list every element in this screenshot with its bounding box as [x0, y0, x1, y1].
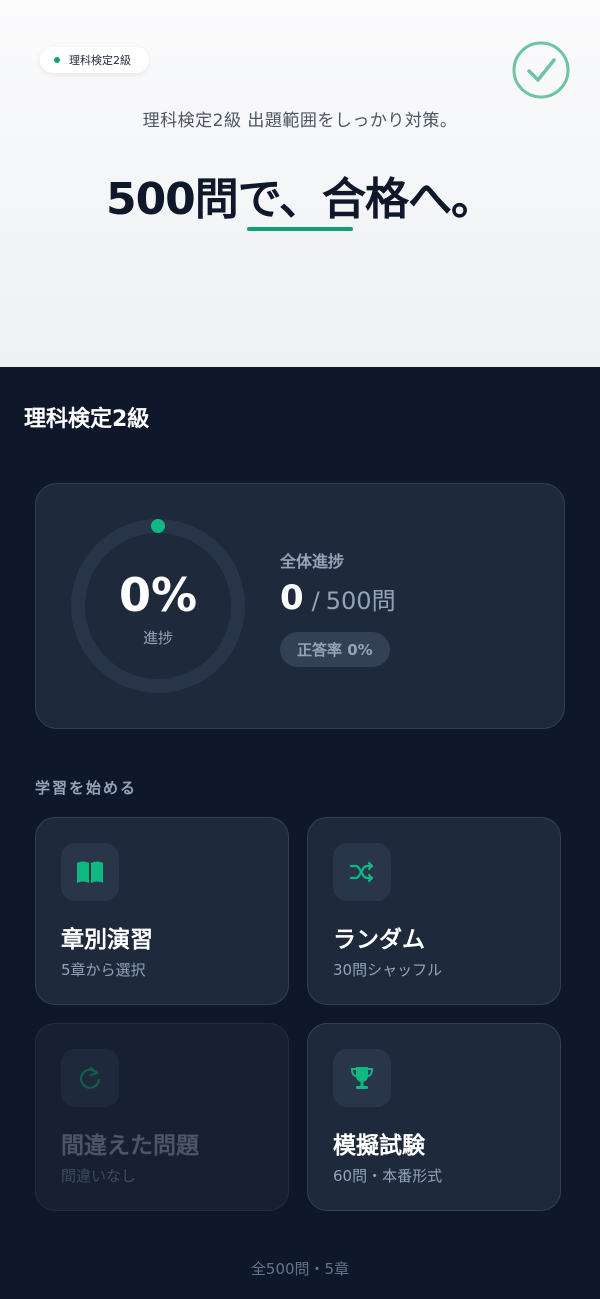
footer-summary: 全500問・5章 — [250, 1260, 350, 1278]
hero-section: 理科検定2級 理科検定2級 出題範囲をしっかり対策。 500問で、合格へ。 — [0, 0, 600, 367]
start-section-label: 学習を始める — [35, 779, 138, 797]
mode-card-random[interactable]: ランダム 30問シャッフル — [307, 817, 561, 1005]
status-dot-icon — [54, 57, 60, 63]
overall-progress-value: 0 / 500問 — [280, 578, 396, 618]
section-title: 理科検定2級 — [24, 407, 150, 432]
hero-headline: 500問で、合格へ。 — [105, 174, 495, 225]
mode-card-mistakes[interactable]: 間違えた問題 間違いなし — [35, 1023, 289, 1211]
mode-subtitle: 60問・本番形式 — [333, 1167, 443, 1185]
progress-percent: 0% — [118, 568, 198, 622]
trophy-icon — [350, 1067, 374, 1089]
mode-subtitle: 30問シャッフル — [333, 961, 443, 979]
progress-ring-knob — [151, 519, 165, 533]
mode-title: 間違えた問題 — [61, 1133, 199, 1159]
book-open-icon — [77, 861, 103, 883]
mode-title: ランダム — [333, 927, 425, 953]
mode-subtitle: 5章から選択 — [61, 961, 146, 979]
count-separator: / — [311, 587, 320, 615]
progress-ring-label: 進捗 — [142, 629, 173, 647]
check-circle-icon — [512, 41, 570, 99]
shuffle-icon — [349, 861, 374, 883]
overall-progress-label: 全体進捗 — [280, 552, 345, 571]
headline-underline — [247, 227, 353, 231]
accuracy-badge: 正答率 0% — [280, 632, 390, 667]
mode-card-mock-exam[interactable]: 模擬試験 60問・本番形式 — [307, 1023, 561, 1211]
mode-title: 模擬試験 — [333, 1133, 425, 1159]
level-tag-label: 理科検定2級 — [69, 54, 131, 67]
mode-title: 章別演習 — [61, 927, 153, 953]
hero-subtitle: 理科検定2級 出題範囲をしっかり対策。 — [142, 111, 458, 131]
level-tag: 理科検定2級 — [40, 47, 149, 73]
mode-subtitle: 間違いなし — [61, 1167, 137, 1185]
total-count: 500問 — [325, 587, 396, 615]
answered-count: 0 — [280, 578, 304, 618]
refresh-icon — [79, 1066, 101, 1089]
mode-card-chapter[interactable]: 章別演習 5章から選択 — [35, 817, 289, 1005]
